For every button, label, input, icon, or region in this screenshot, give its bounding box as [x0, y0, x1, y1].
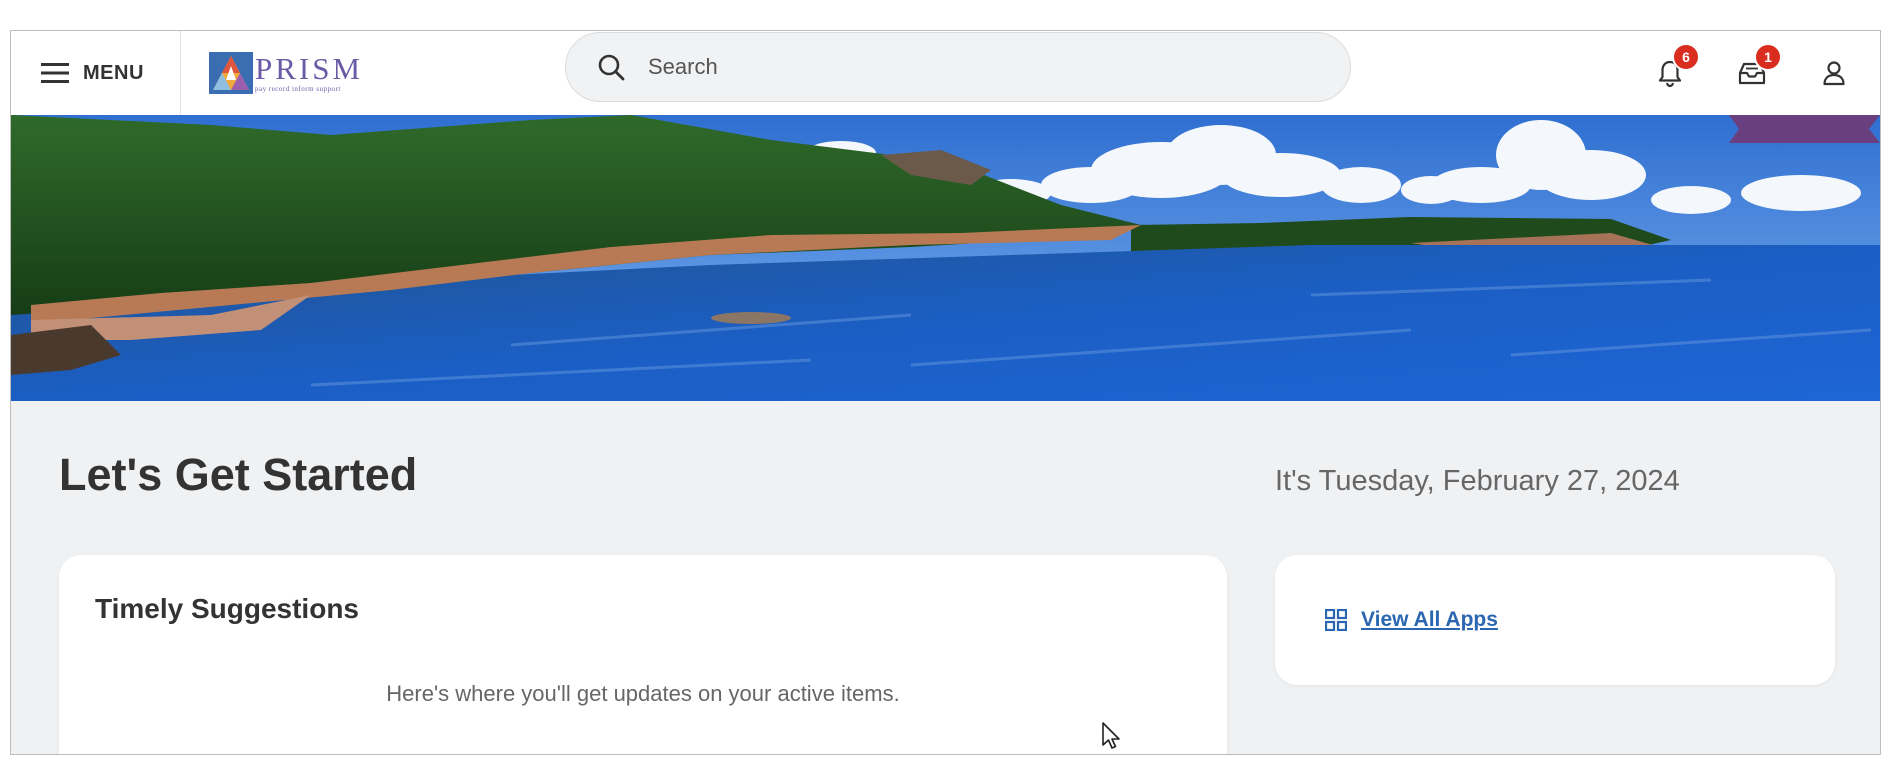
apps-card: View All Apps	[1275, 555, 1835, 685]
logo-tagline: pay record inform support	[255, 85, 341, 93]
app-window: MENU PRISM pay record inform support Sea…	[10, 30, 1881, 755]
view-all-apps-link[interactable]: View All Apps	[1325, 608, 1498, 632]
logo-wordmark: PRISM	[255, 51, 364, 86]
ribbon-decoration	[1729, 115, 1880, 143]
prism-logo[interactable]: PRISM pay record inform support	[209, 45, 363, 101]
timely-suggestions-card: Timely Suggestions Here's where you'll g…	[59, 555, 1227, 754]
user-icon	[1823, 61, 1845, 86]
logo-mark-icon	[209, 52, 253, 94]
notifications-button[interactable]: 6	[1648, 43, 1700, 95]
menu-label: MENU	[83, 61, 144, 84]
top-bar: MENU PRISM pay record inform support Sea…	[11, 31, 1880, 115]
inbox-button[interactable]: 1	[1730, 43, 1782, 95]
cursor-icon	[1102, 722, 1120, 749]
empty-state-text: Here's where you'll get updates on your …	[386, 681, 900, 706]
hamburger-icon	[41, 63, 69, 83]
view-all-apps-label: View All Apps	[1361, 608, 1498, 631]
hero-banner-image	[11, 115, 1880, 401]
search-icon	[598, 54, 625, 81]
current-date: It's Tuesday, February 27, 2024	[1275, 465, 1680, 497]
menu-button[interactable]: MENU	[11, 31, 181, 115]
profile-button[interactable]	[1812, 51, 1856, 95]
inbox-badge: 1	[1754, 43, 1782, 71]
search-bar[interactable]	[565, 32, 1351, 102]
notifications-badge: 6	[1672, 43, 1700, 71]
page-title: Let's Get Started	[59, 449, 418, 500]
card-title: Timely Suggestions	[95, 593, 359, 624]
grid-icon	[1325, 609, 1347, 631]
search-input[interactable]	[646, 53, 1250, 81]
